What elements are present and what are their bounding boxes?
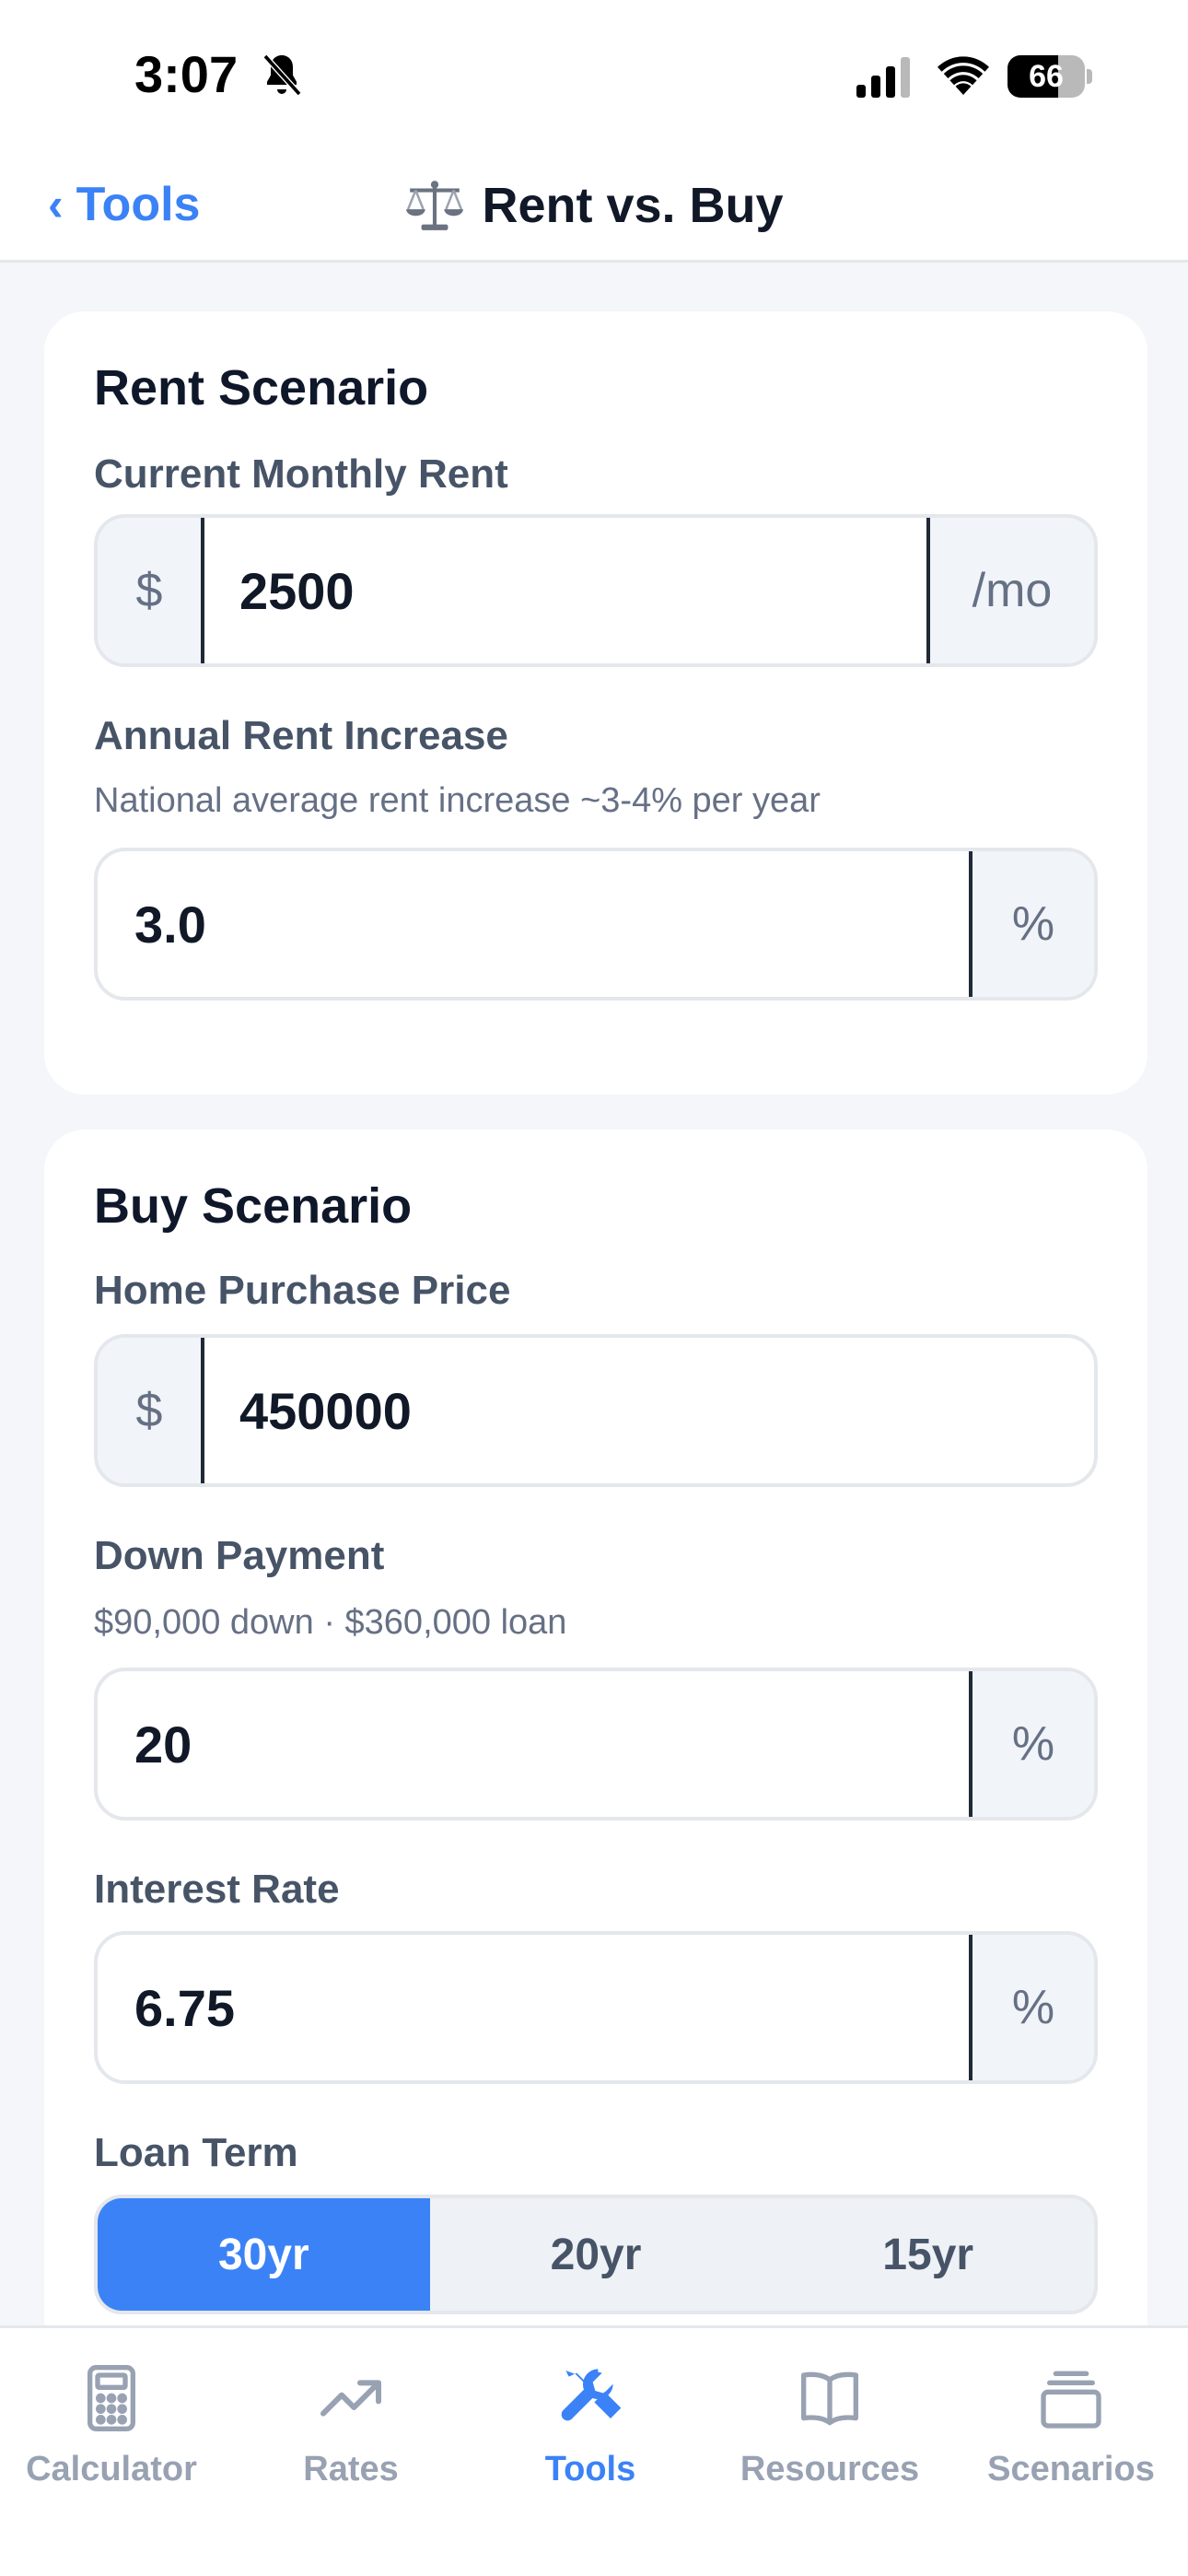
status-bar: 3:07 66	[0, 0, 1188, 147]
purchase-price-label: Home Purchase Price	[94, 1268, 511, 1313]
purchase-price-field[interactable]: $ 450000	[94, 1334, 1098, 1487]
per-month-suffix: /mo	[926, 518, 1094, 663]
balance-scale-icon	[406, 181, 464, 230]
buy-scenario-card: Buy Scenario Home Purchase Price $ 45000…	[44, 1130, 1147, 2419]
down-payment-label: Down Payment	[94, 1533, 385, 1578]
status-time: 3:07	[134, 45, 239, 103]
stack-icon	[1041, 2371, 1101, 2429]
tools-icon	[561, 2369, 622, 2421]
tab-label: Calculator	[26, 2450, 197, 2488]
monthly-rent-input[interactable]: 2500	[204, 518, 926, 663]
cellular-signal-icon	[856, 57, 910, 98]
bottom-tab-bar: Calculator Rates Tools Resources Scenari…	[0, 2325, 1188, 2576]
tab-scenarios[interactable]: Scenarios	[952, 2361, 1188, 2518]
tab-rates[interactable]: Rates	[232, 2361, 470, 2518]
rent-scenario-card: Rent Scenario Current Monthly Rent $ 250…	[44, 311, 1147, 1095]
purchase-price-input[interactable]: 450000	[204, 1338, 1094, 1483]
page-title-text: Rent vs. Buy	[482, 178, 784, 233]
tab-tools[interactable]: Tools	[472, 2361, 709, 2518]
tab-calculator[interactable]: Calculator	[0, 2361, 230, 2518]
rent-increase-hint: National average rent increase ~3-4% per…	[94, 781, 821, 820]
interest-rate-input[interactable]: 6.75	[98, 1935, 969, 2080]
loan-term-20yr[interactable]: 20yr	[430, 2198, 763, 2311]
battery-percentage: 66	[1029, 59, 1064, 94]
book-icon	[801, 2371, 858, 2426]
down-payment-field[interactable]: 20 %	[94, 1668, 1098, 1821]
tab-label: Resources	[740, 2450, 920, 2488]
monthly-rent-label: Current Monthly Rent	[94, 451, 508, 497]
battery-indicator: 66	[1007, 55, 1092, 98]
tab-label: Scenarios	[987, 2450, 1155, 2488]
tab-label: Rates	[303, 2450, 399, 2488]
calculator-icon	[87, 2365, 135, 2431]
down-payment-hint: $90,000 down · $360,000 loan	[94, 1603, 567, 1642]
loan-term-30yr[interactable]: 30yr	[98, 2198, 430, 2311]
rent-increase-field[interactable]: 3.0 %	[94, 848, 1098, 1001]
currency-prefix: $	[98, 518, 204, 663]
currency-prefix: $	[98, 1338, 204, 1483]
trending-up-icon	[320, 2380, 381, 2417]
buy-scenario-title: Buy Scenario	[94, 1178, 413, 1234]
rent-increase-input[interactable]: 3.0	[98, 851, 969, 997]
down-payment-input[interactable]: 20	[98, 1671, 969, 1817]
rent-increase-label: Annual Rent Increase	[94, 713, 508, 758]
percent-suffix: %	[969, 1935, 1094, 2080]
tab-label: Tools	[544, 2450, 636, 2488]
interest-rate-field[interactable]: 6.75 %	[94, 1931, 1098, 2084]
wifi-icon	[938, 56, 989, 95]
loan-term-label: Loan Term	[94, 2130, 298, 2175]
page-title: Rent vs. Buy	[0, 175, 1188, 236]
loan-term-15yr[interactable]: 15yr	[762, 2198, 1094, 2311]
percent-suffix: %	[969, 1671, 1094, 1817]
rent-scenario-title: Rent Scenario	[94, 360, 429, 416]
navigation-bar: ‹ Tools Rent vs. Buy	[0, 147, 1188, 263]
tab-resources[interactable]: Resources	[711, 2361, 949, 2518]
loan-term-selector: 30yr 20yr 15yr	[94, 2195, 1098, 2314]
bell-off-icon	[262, 53, 302, 97]
monthly-rent-field[interactable]: $ 2500 /mo	[94, 514, 1098, 667]
percent-suffix: %	[969, 851, 1094, 997]
interest-rate-label: Interest Rate	[94, 1867, 340, 1912]
